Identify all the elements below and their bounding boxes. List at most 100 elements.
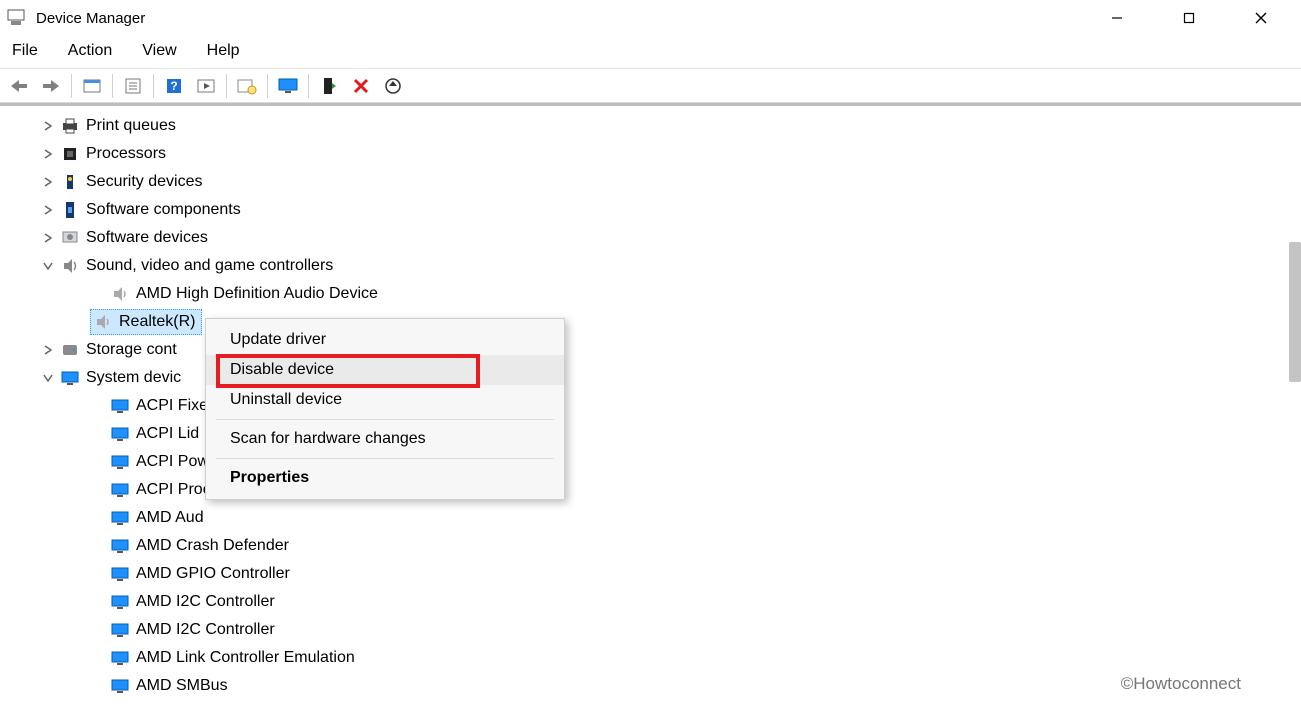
enable-icon[interactable] (314, 72, 344, 100)
device-icon (110, 564, 130, 584)
menu-action[interactable]: Action (64, 40, 116, 62)
tree-row[interactable]: System devic (0, 364, 1301, 392)
speaker-icon (110, 284, 130, 304)
close-button[interactable] (1239, 4, 1283, 32)
device-icon (110, 424, 130, 444)
tree-row[interactable]: AMD I2C Controller (0, 616, 1301, 644)
client-area: Print queuesProcessorsSecurity devicesSo… (0, 103, 1301, 722)
tree-row[interactable]: AMD SMBus (0, 672, 1301, 700)
expander-icon (90, 454, 106, 470)
tree-row[interactable]: Sound, video and game controllers (0, 252, 1301, 280)
tree-item-label: Sound, video and game controllers (86, 252, 333, 280)
toolbar-separator (112, 74, 113, 98)
tree-row[interactable]: ACPI Proc (0, 476, 1301, 504)
disable-icon[interactable] (346, 72, 376, 100)
tree-item-label: Security devices (86, 168, 203, 196)
device-icon (110, 676, 130, 696)
expander-icon[interactable] (40, 118, 56, 134)
context-menu-item[interactable]: Uninstall device (206, 385, 564, 415)
expander-icon[interactable] (40, 258, 56, 274)
tree-row[interactable]: ACPI Fixe (0, 392, 1301, 420)
expander-icon (90, 566, 106, 582)
context-menu: Update driverDisable deviceUninstall dev… (205, 318, 565, 500)
expander-icon[interactable] (40, 174, 56, 190)
expander-icon (90, 426, 106, 442)
watermark: ©Howtoconnect (1121, 674, 1241, 694)
context-menu-item[interactable]: Disable device (206, 355, 564, 385)
expander-icon (90, 622, 106, 638)
context-menu-separator (216, 419, 554, 420)
tree-item-label: ACPI Proc (136, 476, 211, 504)
tree-item-label: AMD I2C Controller (136, 616, 275, 644)
tree-item-label: AMD GPIO Controller (136, 560, 290, 588)
tree-row[interactable]: AMD GPIO Controller (0, 560, 1301, 588)
tree-item-label: AMD SMBus (136, 672, 228, 700)
minimize-button[interactable] (1095, 4, 1139, 32)
speaker-icon (93, 312, 113, 332)
tree-row[interactable]: AMD I2C Controller (0, 588, 1301, 616)
tree-item-label: Realtek(R) (119, 308, 195, 336)
scrollbar-thumb[interactable] (1289, 242, 1301, 382)
device-tree[interactable]: Print queuesProcessorsSecurity devicesSo… (0, 106, 1301, 700)
menu-help[interactable]: Help (203, 40, 244, 62)
forward-arrow-icon[interactable] (36, 72, 66, 100)
sound-icon (60, 256, 80, 276)
tree-item-label: Processors (86, 140, 166, 168)
help-icon[interactable]: ? (159, 72, 189, 100)
device-icon (110, 480, 130, 500)
context-menu-item[interactable]: Scan for hardware changes (206, 424, 564, 454)
tree-item-label: Storage cont (86, 336, 177, 364)
expander-icon[interactable] (40, 202, 56, 218)
toolbar-separator (71, 74, 72, 98)
tree-item-label: Print queues (86, 112, 176, 140)
tree-row[interactable]: ACPI Pow (0, 448, 1301, 476)
title-bar: Device Manager (0, 0, 1301, 36)
tree-row[interactable]: Software components (0, 196, 1301, 224)
expander-icon[interactable] (40, 230, 56, 246)
device-icon (110, 508, 130, 528)
tree-row[interactable]: AMD High Definition Audio Device (0, 280, 1301, 308)
update-icon[interactable] (378, 72, 408, 100)
toolbar: ? (0, 69, 1301, 103)
storage-icon (60, 340, 80, 360)
scan-icon[interactable] (232, 72, 262, 100)
toolbar-separator (308, 74, 309, 98)
tree-item-label: Software devices (86, 224, 208, 252)
monitor-icon[interactable] (273, 72, 303, 100)
menu-file[interactable]: File (8, 40, 42, 62)
context-menu-item[interactable]: Update driver (206, 325, 564, 355)
properties-icon[interactable] (118, 72, 148, 100)
tree-row[interactable]: Storage cont (0, 336, 1301, 364)
tree-row[interactable]: ACPI Lid (0, 420, 1301, 448)
back-arrow-icon[interactable] (4, 72, 34, 100)
tree-row[interactable]: Processors (0, 140, 1301, 168)
action-icon[interactable] (191, 72, 221, 100)
tree-row[interactable]: Print queues (0, 112, 1301, 140)
cpu-icon (60, 144, 80, 164)
tree-item-label: ACPI Pow (136, 448, 209, 476)
expander-icon (90, 398, 106, 414)
tree-row[interactable]: AMD Aud (0, 504, 1301, 532)
tree-row[interactable]: Realtek(R) (0, 308, 1301, 336)
window-title: Device Manager (36, 10, 145, 27)
app-icon (6, 8, 26, 28)
device-icon (110, 452, 130, 472)
component-icon (60, 200, 80, 220)
expander-icon[interactable] (40, 370, 56, 386)
context-menu-item[interactable]: Properties (206, 463, 564, 493)
tree-item-label: AMD Link Controller Emulation (136, 644, 355, 672)
toolbar-separator (267, 74, 268, 98)
tree-row[interactable]: AMD Crash Defender (0, 532, 1301, 560)
show-hidden-icon[interactable] (77, 72, 107, 100)
menu-view[interactable]: View (138, 40, 180, 62)
device-icon (110, 536, 130, 556)
expander-icon[interactable] (40, 342, 56, 358)
context-menu-separator (216, 458, 554, 459)
system-icon (60, 368, 80, 388)
expander-icon[interactable] (40, 146, 56, 162)
tree-row[interactable]: Security devices (0, 168, 1301, 196)
tree-item-label: Software components (86, 196, 241, 224)
tree-row[interactable]: AMD Link Controller Emulation (0, 644, 1301, 672)
tree-row[interactable]: Software devices (0, 224, 1301, 252)
maximize-button[interactable] (1167, 4, 1211, 32)
